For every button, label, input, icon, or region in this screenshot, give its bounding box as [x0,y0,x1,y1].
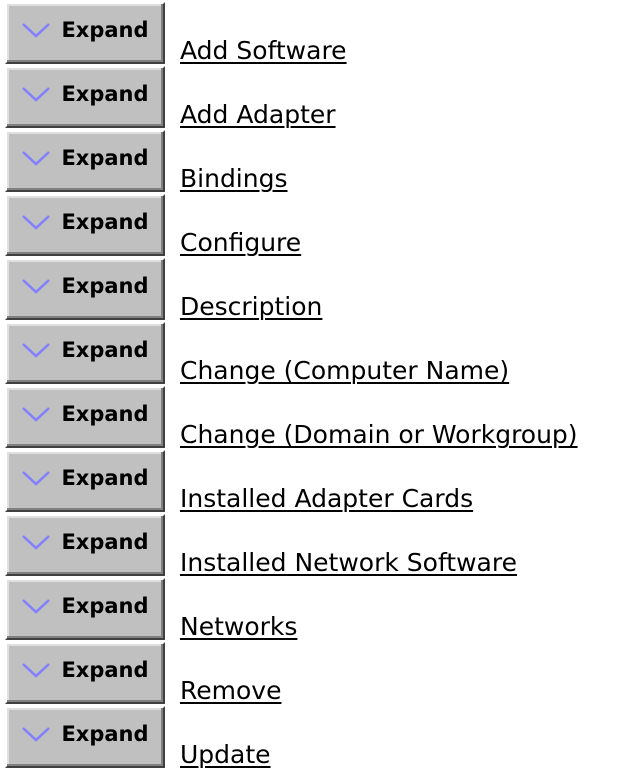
expand-button[interactable]: Expand [5,130,165,192]
expand-button-label: Expand [61,146,149,170]
chevron-down-icon [22,151,51,166]
expand-button-label: Expand [61,82,149,106]
expand-button[interactable]: Expand [5,322,165,384]
topic-link-configure[interactable]: Configure [180,228,301,257]
chevron-down-icon [22,535,51,550]
topic-link-update[interactable]: Update [180,740,271,769]
expand-button-label: Expand [61,466,149,490]
chevron-down-icon [22,23,51,38]
topic-link-change-computer-name[interactable]: Change (Computer Name) [180,356,509,385]
expand-button-label: Expand [61,722,149,746]
chevron-down-icon [22,279,51,294]
expand-button-label: Expand [61,18,149,42]
expand-button[interactable]: Expand [5,578,165,640]
topic-row: Expand Change (Domain or Workgroup) [0,386,619,450]
chevron-down-icon [22,727,51,742]
expand-button[interactable]: Expand [5,258,165,320]
topic-row: Expand Add Adapter [0,66,619,130]
topic-link-bindings[interactable]: Bindings [180,164,288,193]
topic-link-networks[interactable]: Networks [180,612,297,641]
expand-button[interactable]: Expand [5,386,165,448]
chevron-down-icon [22,663,51,678]
topic-row: Expand Networks [0,578,619,642]
topic-row: Expand Update [0,706,619,770]
chevron-down-icon [22,471,51,486]
expand-button-label: Expand [61,210,149,234]
expand-button-label: Expand [61,274,149,298]
expand-button-label: Expand [61,402,149,426]
topic-link-installed-network-software[interactable]: Installed Network Software [180,548,517,577]
topic-row: Expand Add Software [0,2,619,66]
chevron-down-icon [22,599,51,614]
topic-row: Expand Remove [0,642,619,706]
topic-link-remove[interactable]: Remove [180,676,281,705]
topic-row: Expand Installed Adapter Cards [0,450,619,514]
topic-row: Expand Description [0,258,619,322]
topic-list: Expand Add Software Expand Add Adapter E… [0,0,619,774]
chevron-down-icon [22,407,51,422]
expand-button[interactable]: Expand [5,706,165,768]
chevron-down-icon [22,215,51,230]
topic-link-description[interactable]: Description [180,292,322,321]
expand-button[interactable]: Expand [5,2,165,64]
topic-link-add-adapter[interactable]: Add Adapter [180,100,336,129]
topic-link-add-software[interactable]: Add Software [180,36,347,65]
topic-row: Expand Configure [0,194,619,258]
expand-button[interactable]: Expand [5,514,165,576]
expand-button[interactable]: Expand [5,450,165,512]
topic-row: Expand Installed Network Software [0,514,619,578]
chevron-down-icon [22,87,51,102]
expand-button-label: Expand [61,594,149,618]
topic-link-installed-adapter-cards[interactable]: Installed Adapter Cards [180,484,473,513]
topic-row: Expand Bindings [0,130,619,194]
topic-row: Expand Change (Computer Name) [0,322,619,386]
expand-button-label: Expand [61,530,149,554]
topic-link-change-domain-or-workgroup[interactable]: Change (Domain or Workgroup) [180,420,578,449]
expand-button-label: Expand [61,338,149,362]
expand-button[interactable]: Expand [5,642,165,704]
chevron-down-icon [22,343,51,358]
expand-button[interactable]: Expand [5,66,165,128]
expand-button[interactable]: Expand [5,194,165,256]
expand-button-label: Expand [61,658,149,682]
